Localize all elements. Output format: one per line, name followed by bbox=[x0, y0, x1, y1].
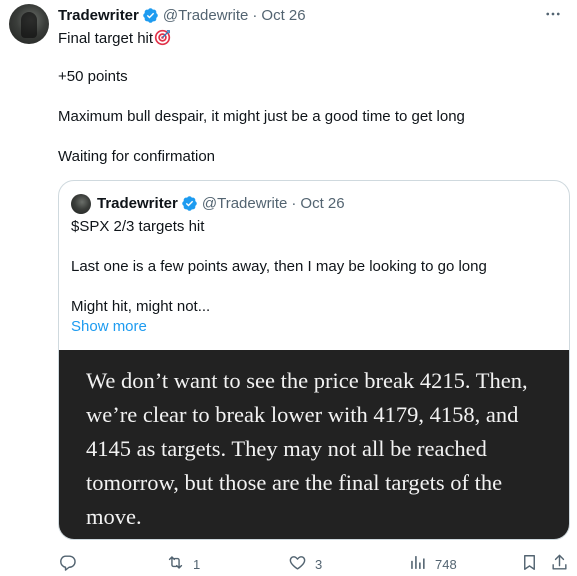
like-count: 3 bbox=[315, 556, 323, 572]
quoted-text-line-1: $SPX 2/3 targets hit bbox=[71, 218, 205, 235]
tweet-text-line: Final target hit bbox=[58, 29, 171, 49]
tweet-text-line-2: +50 points bbox=[58, 68, 128, 85]
share-button[interactable] bbox=[550, 552, 569, 576]
tweet-text-line-3: Maximum bull despair, it might just be a… bbox=[58, 108, 465, 125]
reply-button[interactable] bbox=[58, 552, 85, 576]
avatar[interactable] bbox=[9, 4, 49, 44]
share-icon bbox=[550, 553, 569, 575]
quoted-text-line-3: Might hit, might not... bbox=[71, 298, 211, 315]
heart-icon bbox=[288, 553, 307, 575]
show-more-link[interactable]: Show more bbox=[71, 317, 147, 337]
views-icon bbox=[408, 553, 427, 575]
quoted-author-handle: @Tradewrite bbox=[201, 194, 288, 212]
retweet-count: 1 bbox=[193, 556, 201, 572]
separator-dot: · bbox=[291, 194, 297, 212]
tweet-header: Tradewriter @Tradewrite · Oct 26 bbox=[58, 5, 306, 25]
timestamp[interactable]: Oct 26 bbox=[261, 7, 305, 24]
tweet-text-line-4: Waiting for confirmation bbox=[58, 148, 216, 165]
author-handle[interactable]: @Tradewrite bbox=[163, 7, 249, 24]
quoted-tweet[interactable]: Tradewriter @Tradewrite · Oct 26 $SPX 2/… bbox=[58, 180, 570, 540]
tweet: Tradewriter @Tradewrite · Oct 26 Final t… bbox=[0, 0, 577, 576]
quoted-author-name[interactable]: Tradewriter bbox=[97, 195, 178, 212]
retweet-icon bbox=[166, 553, 185, 575]
action-bar: 1 3 748 bbox=[58, 552, 570, 576]
quoted-image-text: We don’t want to see the price break 421… bbox=[86, 368, 528, 529]
author-name[interactable]: Tradewriter bbox=[58, 7, 139, 24]
more-options-icon[interactable] bbox=[541, 4, 565, 24]
views-count: 748 bbox=[435, 556, 457, 572]
quoted-tweet-header: Tradewriter @Tradewrite · Oct 26 bbox=[97, 193, 345, 213]
verified-badge-icon bbox=[181, 195, 198, 212]
tweet-text-line-1: Final target hit bbox=[58, 30, 154, 47]
quoted-avatar[interactable] bbox=[71, 194, 91, 214]
direct-hit-icon bbox=[154, 29, 171, 46]
bookmark-icon bbox=[520, 553, 539, 575]
like-button[interactable]: 3 bbox=[288, 552, 322, 576]
quoted-text-line-2: Last one is a few points away, then I ma… bbox=[71, 258, 487, 275]
quoted-timestamp: Oct 26 bbox=[300, 194, 345, 212]
bookmark-button[interactable] bbox=[520, 552, 539, 576]
reply-icon bbox=[58, 553, 77, 575]
views-button[interactable]: 748 bbox=[408, 552, 457, 576]
verified-badge-icon bbox=[142, 7, 159, 24]
quoted-image[interactable]: We don’t want to see the price break 421… bbox=[59, 350, 569, 539]
retweet-button[interactable]: 1 bbox=[166, 552, 200, 576]
separator-dot: · bbox=[252, 6, 258, 24]
